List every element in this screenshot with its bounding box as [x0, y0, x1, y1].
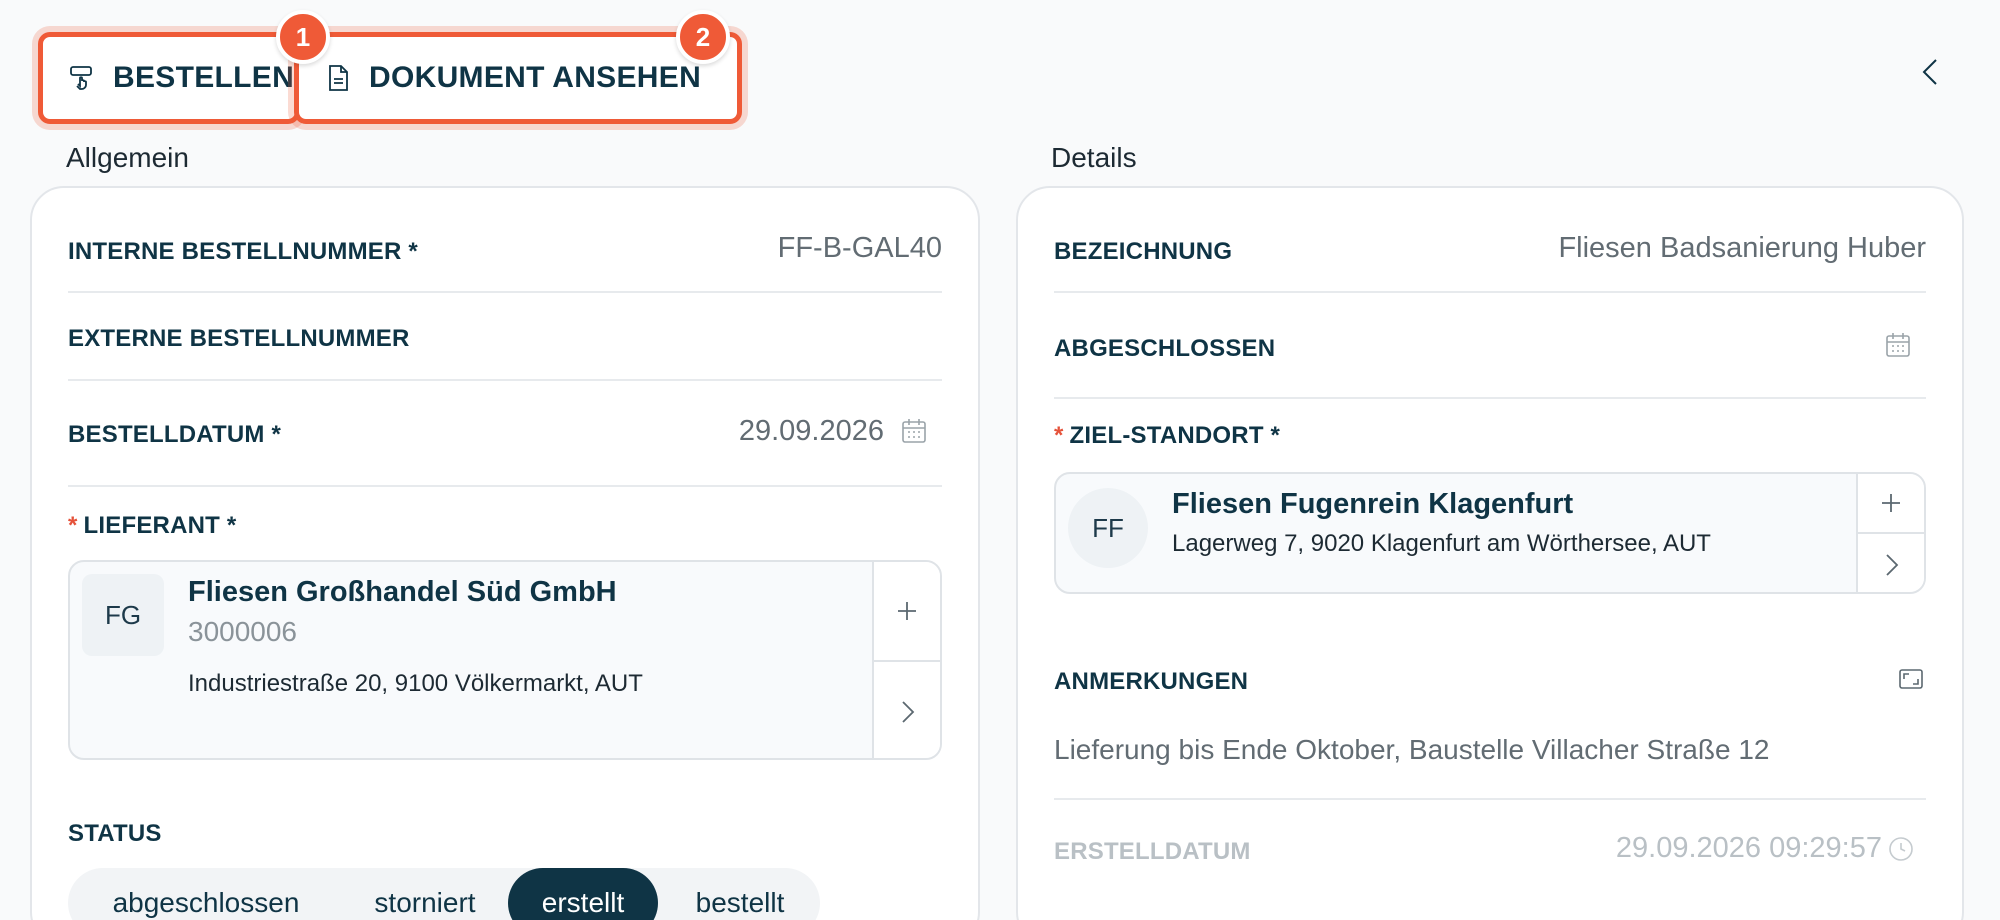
supplier-label: * LIEFERANT *	[68, 512, 237, 539]
internal-order-number-row[interactable]: INTERNE BESTELLNUMMER * FF-B-GAL40	[68, 188, 942, 293]
target-location-add-button[interactable]	[1858, 474, 1924, 534]
required-asterisk: *	[68, 512, 78, 539]
status-option-storniert[interactable]: storniert	[344, 868, 506, 920]
target-location-name: Fliesen Fugenrein Klagenfurt	[1172, 488, 1574, 520]
section-title-general: Allgemein	[66, 142, 189, 173]
target-location-card[interactable]: FF Fliesen Fugenrein Klagenfurt Lagerweg…	[1054, 472, 1926, 594]
created-date-value: 29.09.2026 09:29:57	[1615, 832, 1882, 864]
supplier-open-button[interactable]	[874, 662, 940, 758]
clock-icon	[1888, 836, 1914, 862]
chevron-right-icon	[902, 701, 915, 723]
target-location-open-button[interactable]	[1858, 534, 1924, 592]
status-segmented-control: abgeschlossen storniert erstellt bestell…	[68, 868, 820, 920]
supplier-card[interactable]: FG Fliesen Großhandel Süd GmbH 3000006 I…	[68, 560, 942, 760]
view-document-button[interactable]: DOKUMENT ANSEHEN	[294, 32, 742, 124]
completed-row[interactable]: ABGESCHLOSSEN	[1054, 293, 1926, 399]
general-card: INTERNE BESTELLNUMMER * FF-B-GAL40 EXTER…	[30, 186, 980, 920]
calendar-icon[interactable]	[1884, 331, 1912, 359]
order-button[interactable]: BESTELLEN	[38, 32, 300, 124]
notes-value: Lieferung bis Ende Oktober, Baustelle Vi…	[1054, 734, 1770, 765]
collapse-panel-button[interactable]	[1914, 52, 1948, 92]
internal-order-number-label: INTERNE BESTELLNUMMER *	[68, 238, 418, 265]
external-order-number-row[interactable]: EXTERNE BESTELLNUMMER	[68, 293, 942, 381]
internal-order-number-value: FF-B-GAL40	[777, 232, 942, 264]
supplier-avatar: FG	[82, 574, 164, 656]
designation-value: Fliesen Badsanierung Huber	[1558, 232, 1926, 264]
order-date-row[interactable]: BESTELLDATUM * 29.09.2026	[68, 381, 942, 487]
supplier-add-button[interactable]	[874, 562, 940, 662]
target-location-address: Lagerweg 7, 9020 Klagenfurt am Wörtherse…	[1172, 530, 1711, 557]
target-location-avatar: FF	[1068, 488, 1148, 568]
designation-row[interactable]: BEZEICHNUNG Fliesen Badsanierung Huber	[1054, 188, 1926, 293]
created-date-label: ERSTELLDATUM	[1054, 838, 1251, 865]
supplier-number: 3000006	[188, 616, 298, 647]
order-button-label: BESTELLEN	[113, 61, 295, 94]
status-option-abgeschlossen[interactable]: abgeschlossen	[68, 868, 344, 920]
expand-icon[interactable]	[1898, 666, 1924, 692]
section-title-details: Details	[1051, 142, 1137, 173]
calendar-icon[interactable]	[900, 417, 928, 445]
target-location-actions	[1856, 474, 1924, 592]
plus-icon	[1882, 494, 1900, 512]
status-option-erstellt[interactable]: erstellt	[508, 868, 658, 920]
chevron-left-icon	[1922, 59, 1937, 85]
view-document-button-label: DOKUMENT ANSEHEN	[369, 61, 702, 94]
touch-order-icon	[67, 63, 97, 93]
details-card: BEZEICHNUNG Fliesen Badsanierung Huber A…	[1016, 186, 1964, 920]
order-date-value: 29.09.2026	[738, 415, 884, 447]
created-date-row: ERSTELLDATUM 29.09.2026 09:29:57	[1054, 800, 1926, 900]
supplier-name: Fliesen Großhandel Süd GmbH	[188, 576, 617, 608]
chevron-right-icon	[1886, 554, 1899, 576]
document-icon	[323, 63, 353, 93]
status-label: STATUS	[68, 820, 162, 847]
plus-icon	[898, 602, 916, 620]
external-order-number-label: EXTERNE BESTELLNUMMER	[68, 325, 410, 352]
target-location-label: * ZIEL-STANDORT *	[1054, 422, 1281, 449]
status-option-bestellt[interactable]: bestellt	[660, 868, 820, 920]
notes-row[interactable]: Lieferung bis Ende Oktober, Baustelle Vi…	[1054, 698, 1926, 800]
step-badge-1: 1	[276, 10, 330, 64]
step-badge-2: 2	[676, 10, 730, 64]
order-date-label: BESTELLDATUM *	[68, 421, 282, 448]
supplier-address: Industriestraße 20, 9100 Völkermarkt, AU…	[188, 670, 643, 697]
supplier-actions	[872, 562, 940, 758]
notes-label: ANMERKUNGEN	[1054, 668, 1249, 695]
designation-label: BEZEICHNUNG	[1054, 238, 1233, 265]
required-asterisk: *	[1054, 422, 1064, 449]
completed-label: ABGESCHLOSSEN	[1054, 335, 1276, 362]
